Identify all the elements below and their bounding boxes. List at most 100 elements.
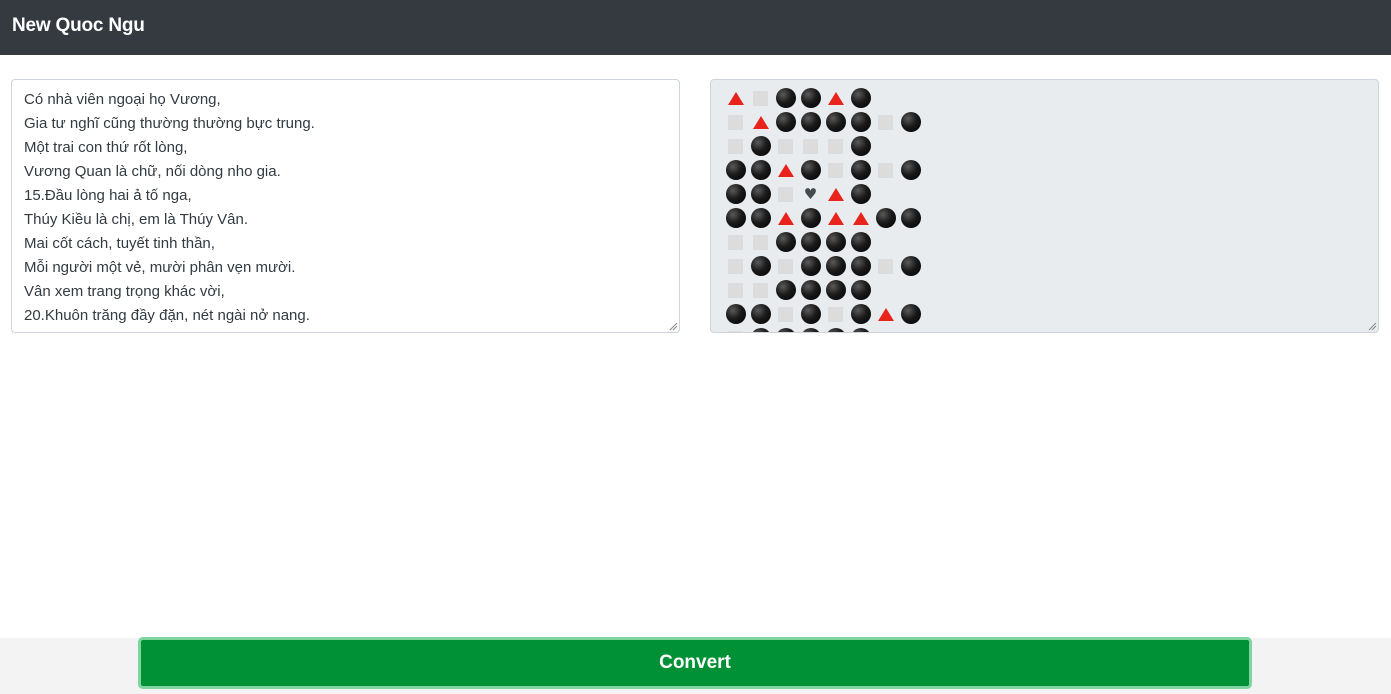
- circle-icon: [848, 302, 873, 326]
- input-line: Hoa cười ngọc thốt đoan trang,: [24, 328, 315, 332]
- triangle-icon: [848, 206, 873, 230]
- square-icon: [723, 230, 748, 254]
- square-icon: [748, 86, 773, 110]
- square-icon: [748, 230, 773, 254]
- input-line: Thúy Kiều là chị, em là Thúy Vân.: [24, 211, 249, 228]
- circle-icon: [798, 230, 823, 254]
- circle-icon: [723, 302, 748, 326]
- triangle-icon: [773, 206, 798, 230]
- output-symbols: ♥: [723, 86, 923, 332]
- symbol-row: ♥: [723, 182, 923, 206]
- square-icon: [723, 278, 748, 302]
- symbol-row: [723, 134, 923, 158]
- symbol-row: [723, 302, 923, 326]
- input-line: Gia tư nghĩ cũng thường thường bực trung…: [24, 115, 315, 132]
- square-icon: [773, 302, 798, 326]
- square-icon: [773, 134, 798, 158]
- input-line: Một trai con thứ rốt lòng,: [24, 139, 188, 156]
- circle-icon: [748, 254, 773, 278]
- app-title[interactable]: New Quoc Ngu: [12, 15, 145, 37]
- triangle-icon: [723, 86, 748, 110]
- circle-icon: [848, 134, 873, 158]
- input-line: Có nhà viên ngoại họ Vương,: [24, 91, 221, 108]
- circle-icon: [773, 326, 798, 332]
- square-icon: [823, 134, 848, 158]
- input-line: 20.Khuôn trăng đầy đặn, nét ngài nở nang…: [24, 307, 310, 324]
- input-line: 15.Đầu lòng hai ả tố nga,: [24, 187, 192, 204]
- circle-icon: [748, 182, 773, 206]
- input-text: Có nhà viên ngoại họ Vương, Gia tư nghĩ c…: [24, 88, 315, 332]
- symbol-row: [723, 206, 923, 230]
- square-icon: [873, 254, 898, 278]
- circle-icon: [773, 278, 798, 302]
- circle-icon: [848, 326, 873, 332]
- circle-icon: [748, 302, 773, 326]
- circle-icon: [798, 86, 823, 110]
- resize-grip-icon[interactable]: [1368, 322, 1377, 331]
- circle-icon: [898, 110, 923, 134]
- square-icon: [748, 278, 773, 302]
- symbol-row: [723, 230, 923, 254]
- square-icon: [773, 182, 798, 206]
- circle-icon: [748, 134, 773, 158]
- square-icon: [723, 326, 748, 332]
- circle-icon: [898, 158, 923, 182]
- circle-icon: [798, 206, 823, 230]
- symbol-row: [723, 326, 923, 332]
- circle-icon: [823, 278, 848, 302]
- circle-icon: [848, 110, 873, 134]
- circle-icon: [848, 278, 873, 302]
- circle-icon: [798, 278, 823, 302]
- circle-icon: [898, 302, 923, 326]
- square-icon: [723, 134, 748, 158]
- input-line: Mai cốt cách, tuyết tinh thần,: [24, 235, 215, 252]
- circle-icon: [723, 158, 748, 182]
- symbol-row: [723, 86, 923, 110]
- circle-icon: [748, 158, 773, 182]
- circle-icon: [873, 206, 898, 230]
- input-line: Vương Quan là chữ, nối dòng nho gia.: [24, 163, 281, 180]
- circle-icon: [823, 326, 848, 332]
- circle-icon: [848, 158, 873, 182]
- circle-icon: [773, 86, 798, 110]
- triangle-icon: [748, 110, 773, 134]
- circle-icon: [723, 182, 748, 206]
- triangle-icon: [823, 206, 848, 230]
- circle-icon: [798, 110, 823, 134]
- symbol-row: [723, 278, 923, 302]
- triangle-icon: [773, 158, 798, 182]
- input-line: Vân xem trang trọng khác vời,: [24, 283, 225, 300]
- circle-icon: [848, 254, 873, 278]
- heart-icon: ♥: [803, 184, 818, 203]
- input-textarea[interactable]: Có nhà viên ngoại họ Vương, Gia tư nghĩ c…: [11, 79, 680, 333]
- triangle-icon: [873, 302, 898, 326]
- circle-icon: [748, 206, 773, 230]
- circle-icon: [848, 182, 873, 206]
- navbar: New Quoc Ngu: [0, 0, 1391, 55]
- square-icon: [723, 110, 748, 134]
- square-icon: [798, 134, 823, 158]
- circle-icon: [723, 206, 748, 230]
- output-textarea[interactable]: ♥: [710, 79, 1379, 333]
- circle-icon: [773, 230, 798, 254]
- circle-icon: [823, 230, 848, 254]
- square-icon: [873, 158, 898, 182]
- symbol-row: [723, 158, 923, 182]
- convert-button[interactable]: Convert: [138, 637, 1252, 689]
- square-icon: [723, 254, 748, 278]
- circle-icon: [898, 254, 923, 278]
- symbol-row: [723, 254, 923, 278]
- input-line: Mỗi người một vẻ, mười phân vẹn mười.: [24, 259, 296, 276]
- circle-icon: [823, 110, 848, 134]
- square-icon: [773, 254, 798, 278]
- resize-grip-icon[interactable]: [669, 322, 678, 331]
- square-icon: [873, 110, 898, 134]
- circle-icon: [848, 230, 873, 254]
- circle-icon: [848, 86, 873, 110]
- circle-icon: [798, 254, 823, 278]
- circle-icon: [798, 158, 823, 182]
- circle-icon: [823, 254, 848, 278]
- triangle-icon: [823, 86, 848, 110]
- square-icon: [823, 158, 848, 182]
- circle-icon: [748, 326, 773, 332]
